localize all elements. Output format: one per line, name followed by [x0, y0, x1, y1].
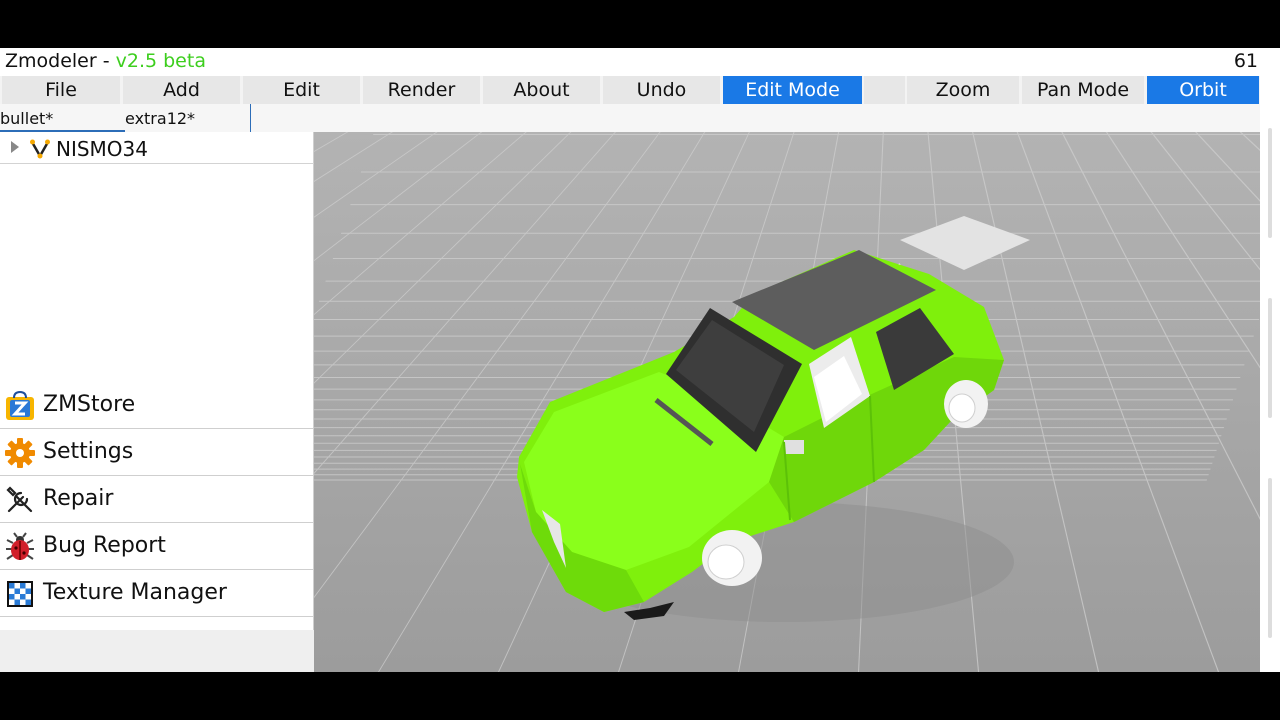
sidebar-item-zmstore[interactable]: ZMStore: [0, 382, 314, 429]
rear-rim-shape: [948, 393, 976, 423]
expand-arrow-icon[interactable]: [11, 141, 19, 153]
front-rim-shape: [707, 544, 745, 580]
tab-extra12[interactable]: extra12*: [125, 104, 251, 132]
left-panel: NISMO34 ZMStore Settings Repair Bug Repo…: [0, 132, 314, 672]
wrench-screwdriver-icon: [6, 486, 33, 513]
menu-about[interactable]: About: [483, 76, 600, 104]
file-tab-bar: bullet* extra12*: [0, 104, 1260, 132]
app-window: Zmodeler - v2.5 beta 61 File Add Edit Re…: [0, 0, 1280, 720]
tab-bullet[interactable]: bullet*: [0, 104, 125, 132]
left-panel-footer: [0, 630, 314, 672]
3d-viewport[interactable]: [314, 132, 1260, 672]
sidebar-item-settings[interactable]: Settings: [0, 429, 314, 476]
right-scroll-strip: [1260, 48, 1280, 672]
menu-file[interactable]: File: [2, 76, 120, 104]
scrollbar-thumb[interactable]: [1268, 298, 1272, 418]
edit-mode-button[interactable]: Edit Mode: [723, 76, 862, 104]
sidebar-item-bug-report[interactable]: Bug Report: [0, 523, 314, 570]
menu-add[interactable]: Add: [123, 76, 240, 104]
tree-item-root[interactable]: NISMO34: [0, 134, 314, 164]
zmstore-icon: [6, 390, 34, 420]
menu-render[interactable]: Render: [363, 76, 480, 104]
gear-icon: [5, 438, 35, 468]
tree-item-label: NISMO34: [56, 137, 149, 161]
sidebar-item-label: ZMStore: [43, 392, 136, 417]
car-mirror-shape: [784, 440, 804, 454]
blank-toolbar-button[interactable]: [864, 76, 905, 104]
bug-icon: [6, 532, 34, 560]
scrollbar-thumb[interactable]: [1268, 478, 1272, 638]
app-title: Zmodeler - v2.5 beta: [5, 50, 206, 72]
menu-bar: File Add Edit Render About Undo Edit Mod…: [0, 76, 1260, 104]
app-version: v2.5 beta: [115, 50, 206, 72]
sidebar-item-repair[interactable]: Repair: [0, 476, 314, 523]
app-name: Zmodeler: [5, 50, 97, 72]
title-separator: -: [96, 50, 116, 72]
scrollbar-thumb[interactable]: [1268, 128, 1272, 238]
sidebar-item-texture-manager[interactable]: Texture Manager: [0, 570, 314, 617]
menu-edit[interactable]: Edit: [243, 76, 360, 104]
scene-canvas[interactable]: [314, 132, 1260, 672]
object-node-icon: [30, 139, 50, 159]
sidebar-item-label: Bug Report: [43, 533, 166, 558]
pan-mode-button[interactable]: Pan Mode: [1022, 76, 1144, 104]
orbit-button[interactable]: Orbit: [1147, 76, 1259, 104]
checker-texture-icon: [7, 581, 33, 607]
zoom-button[interactable]: Zoom: [907, 76, 1019, 104]
sidebar-item-label: Settings: [43, 439, 134, 464]
side-menu: ZMStore Settings Repair Bug Report Textu…: [0, 382, 314, 617]
undo-button[interactable]: Undo: [603, 76, 720, 104]
sidebar-item-label: Repair: [43, 486, 114, 511]
title-bar: Zmodeler - v2.5 beta 61: [0, 48, 1260, 76]
fps-counter: 61: [1233, 50, 1258, 72]
sidebar-item-label: Texture Manager: [43, 580, 227, 605]
